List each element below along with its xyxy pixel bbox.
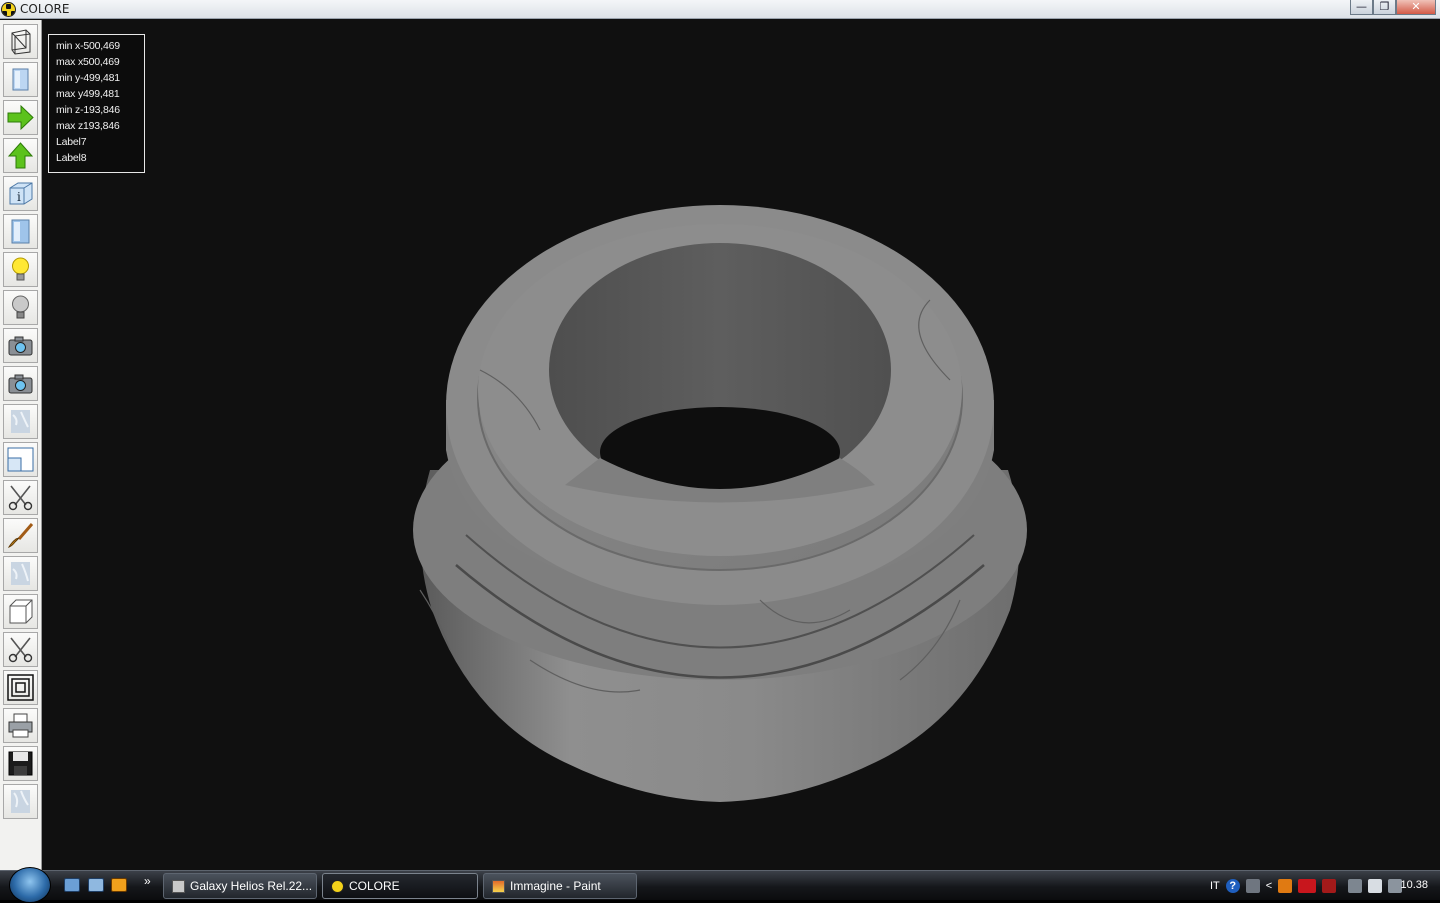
marble-texture-icon [11, 410, 30, 433]
quicklaunch-more-icon[interactable]: » [144, 874, 151, 888]
system-tray: IT ? < [1210, 871, 1403, 901]
document-icon [172, 880, 185, 893]
wireframe-view-icon [11, 29, 31, 55]
light-off-icon [12, 295, 29, 319]
tool-button-box-info[interactable]: i [3, 176, 38, 211]
tool-button-paint-brush[interactable] [3, 518, 38, 553]
close-button[interactable]: ✕ [1396, 0, 1436, 15]
tool-button-concentric[interactable] [3, 670, 38, 705]
tool-button-scissors[interactable] [3, 480, 38, 515]
taskbar: » Galaxy Helios Rel.22... COLORE Immagin… [0, 867, 1440, 903]
network-icon[interactable] [1245, 879, 1260, 893]
camera-alt-icon [8, 374, 33, 394]
min-y-label: min y-499,481 [56, 72, 120, 84]
show-desktop-icon[interactable] [64, 878, 80, 892]
camera-icon [8, 336, 33, 356]
light-on-icon [12, 257, 29, 281]
tool-button-light-off[interactable] [3, 290, 38, 325]
floppy-disk-icon [8, 751, 33, 776]
tool-button-cube[interactable] [3, 594, 38, 629]
tool-button-arrow-right[interactable] [3, 100, 38, 135]
taskbar-button-paint[interactable]: Immagine - Paint [483, 873, 637, 899]
solid-view-icon [12, 68, 29, 91]
app-window: COLORE — ❐ ✕ i min x-500,469 max x500,46… [0, 0, 1440, 870]
volume-icon[interactable] [1368, 879, 1383, 893]
tool-button-arrow-up[interactable] [3, 138, 38, 173]
tool-button-marble-alt[interactable] [3, 556, 38, 591]
3d-viewport[interactable] [42, 20, 1440, 870]
tool-button-scissors-alt[interactable] [3, 632, 38, 667]
window-title: COLORE [20, 2, 70, 16]
start-button[interactable] [9, 867, 51, 903]
flash-icon[interactable] [1278, 879, 1293, 893]
ati-icon[interactable] [1298, 879, 1317, 893]
label8: Label8 [56, 152, 87, 164]
scissors-icon [8, 485, 33, 511]
tool-button-marble[interactable] [3, 404, 38, 439]
switch-windows-icon[interactable] [88, 878, 104, 892]
radiation-icon [331, 880, 344, 893]
tray-expand-icon[interactable]: < [1266, 880, 1272, 892]
tool-button-window-frame[interactable] [3, 442, 38, 477]
window-frame-icon [7, 447, 34, 472]
cube-icon [9, 599, 33, 624]
printer-icon [8, 713, 33, 738]
box-info-icon: i [9, 182, 33, 205]
radiation-icon [1, 2, 16, 17]
tool-button-solid[interactable] [3, 62, 38, 97]
marble-column-base-model [413, 205, 1027, 802]
title-bar[interactable]: COLORE — ❐ ✕ [0, 0, 1440, 19]
tool-button-marble-third[interactable] [3, 784, 38, 819]
language-indicator[interactable]: IT [1210, 880, 1220, 892]
concentric-squares-icon [7, 674, 34, 701]
restore-button[interactable]: ❐ [1373, 0, 1396, 15]
min-x-label: min x-500,469 [56, 40, 120, 52]
taskbar-label: Immagine - Paint [510, 879, 601, 893]
marble-texture-alt-icon [11, 562, 30, 585]
solid-shaded-icon [11, 219, 30, 244]
tool-button-light-on[interactable] [3, 252, 38, 287]
tool-button-shaded[interactable] [3, 214, 38, 249]
paint-icon [492, 880, 505, 893]
arrow-right-icon [7, 104, 34, 131]
taskbar-button-galaxy-helios[interactable]: Galaxy Helios Rel.22... [163, 873, 317, 899]
minimize-button[interactable]: — [1350, 0, 1373, 15]
left-toolbar: i [0, 20, 42, 870]
min-z-label: min z-193,846 [56, 104, 120, 116]
tool-button-wireframe[interactable] [3, 24, 38, 59]
svg-text:i: i [17, 190, 21, 204]
taskbar-button-colore[interactable]: COLORE [322, 873, 478, 899]
max-y-label: max y499,481 [56, 88, 120, 100]
antivirus-icon[interactable] [1322, 879, 1337, 893]
label7: Label7 [56, 136, 87, 148]
taskbar-label: Galaxy Helios Rel.22... [190, 879, 313, 893]
tool-button-camera[interactable] [3, 328, 38, 363]
tool-button-save[interactable] [3, 746, 38, 781]
max-z-label: max z193,846 [56, 120, 120, 132]
marble-texture-third-icon [11, 790, 30, 813]
media-player-icon[interactable] [111, 878, 127, 892]
help-icon[interactable]: ? [1225, 879, 1240, 893]
taskbar-label: COLORE [349, 879, 400, 893]
tool-button-camera-alt[interactable] [3, 366, 38, 401]
scissors-alt-icon [8, 637, 33, 663]
paint-brush-icon [7, 523, 34, 548]
safely-remove-icon[interactable] [1348, 879, 1363, 893]
tool-button-printer[interactable] [3, 708, 38, 743]
arrow-up-icon [7, 142, 34, 169]
clock[interactable]: 10.38 [1400, 879, 1428, 891]
bounds-info-panel: min x-500,469 max x500,469 min y-499,481… [48, 34, 145, 173]
max-x-label: max x500,469 [56, 56, 120, 68]
